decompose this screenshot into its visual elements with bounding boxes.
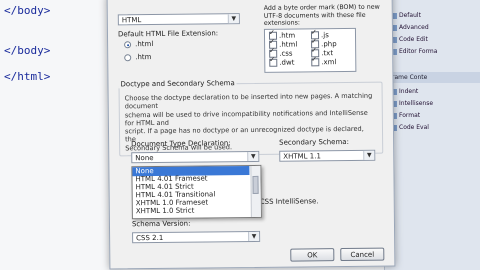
secondary-schema-select[interactable]: XHTML 1.1 ▼	[279, 149, 376, 162]
radio-htm[interactable]	[124, 54, 132, 62]
panel-item[interactable]: Code Eval	[391, 124, 477, 134]
right-panel: Default Advanced Code Edit Editor Forma …	[384, 0, 480, 270]
default-extension-label: Default HTML File Extension:	[117, 29, 219, 39]
schema-version-select[interactable]: CSS 2.1 ▼	[132, 230, 261, 244]
code-line: </html>	[4, 70, 51, 83]
checkbox[interactable]	[311, 58, 320, 67]
checkbox[interactable]	[269, 58, 278, 67]
chevron-down-icon[interactable]: ▼	[247, 151, 259, 162]
code-line: </body>	[4, 44, 51, 57]
code-editor[interactable]: </body> </body> </html>	[0, 0, 120, 270]
scrollbar-thumb[interactable]	[252, 175, 259, 194]
panel-item[interactable]: Intellisense	[391, 100, 477, 110]
extension-checkbox[interactable]: .dwt	[269, 59, 294, 67]
panel-item[interactable]: Format	[391, 112, 477, 122]
panel-header: Frame Conte	[385, 72, 480, 83]
chevron-down-icon[interactable]: ▼	[363, 150, 375, 160]
radio-html[interactable]	[124, 41, 132, 49]
code-line: </body>	[4, 4, 51, 17]
panel-item[interactable]: Editor Forma	[391, 48, 477, 58]
panel-item[interactable]: Indent	[391, 88, 477, 98]
schema-version-label: Schema Version:	[131, 219, 191, 229]
doctype-option[interactable]: XHTML 1.0 Strict	[133, 206, 250, 216]
doctype-group-title: Doctype and Secondary Schema	[118, 79, 237, 89]
doctype-select[interactable]: None ▼	[131, 150, 260, 164]
radio-html-label: .html	[135, 40, 154, 49]
chevron-down-icon[interactable]: ▼	[248, 231, 260, 242]
cancel-button[interactable]: Cancel	[340, 247, 385, 262]
doctype-label: Document Type Declaration:	[131, 139, 231, 149]
doctype-dropdown-list[interactable]: None HTML 4.01 Frameset HTML 4.01 Strict…	[131, 164, 262, 220]
file-type-select[interactable]: HTML ▼	[117, 13, 240, 26]
chevron-down-icon[interactable]: ▼	[227, 14, 239, 24]
extension-checkbox[interactable]: .xml	[311, 58, 336, 67]
page-editor-options-dialog: HTML ▼ Default HTML File Extension: .htm…	[106, 0, 396, 270]
extensions-list[interactable]: .htm .html .css .dwt .js .php .txt .xml	[263, 27, 357, 73]
panel-item[interactable]: Advanced	[391, 24, 477, 34]
css-intellisense-text: CSS IntelliSense.	[259, 197, 319, 206]
radio-htm-label: .htm	[135, 53, 152, 62]
panel-item[interactable]: Code Edit	[391, 36, 477, 46]
secondary-schema-label: Secondary Schema:	[279, 137, 349, 147]
dropdown-scrollbar[interactable]	[250, 165, 261, 218]
ok-button[interactable]: OK	[290, 248, 335, 262]
panel-item[interactable]: Default	[391, 12, 477, 22]
bom-label: Add a byte order mark (BOM) to new UTF-8…	[263, 3, 380, 27]
